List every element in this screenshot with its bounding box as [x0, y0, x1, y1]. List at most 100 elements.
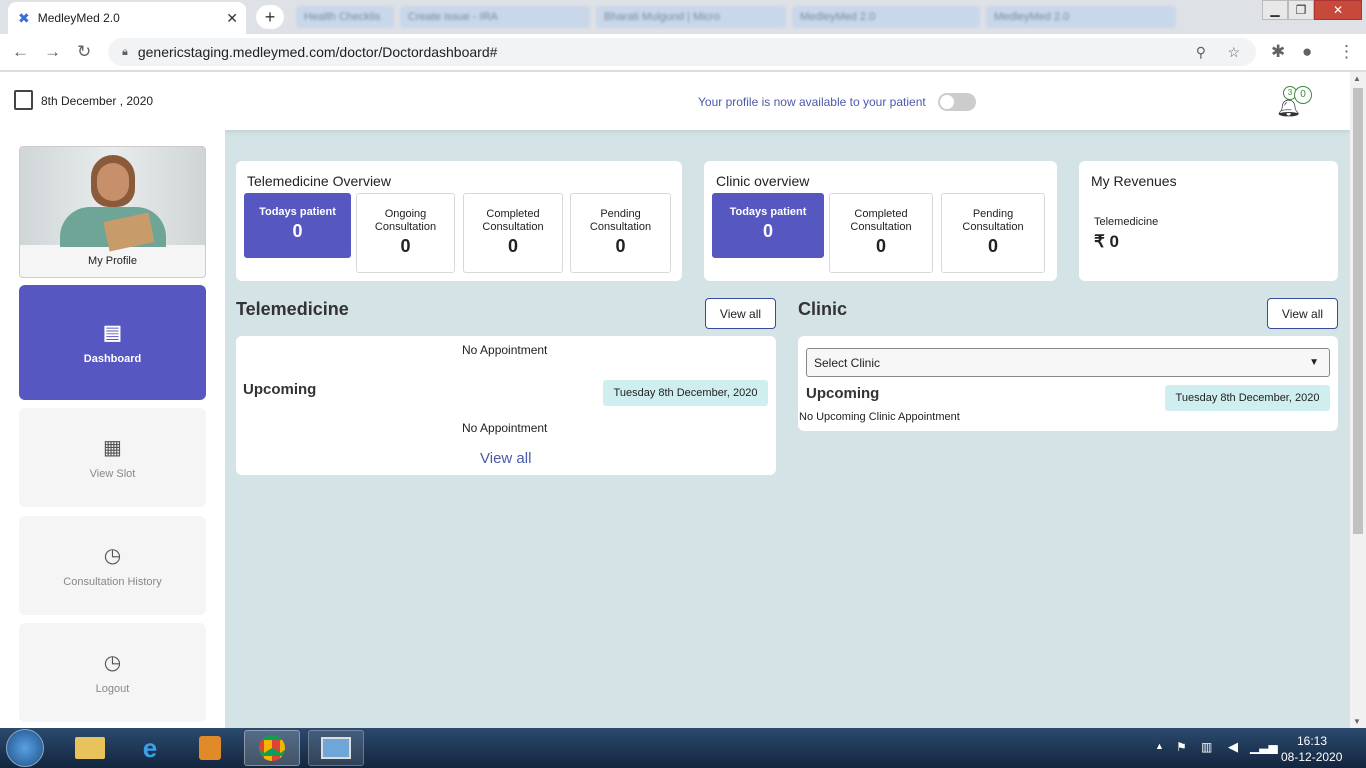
zoom-icon[interactable]: ⚲: [1196, 44, 1206, 61]
image-viewer-icon[interactable]: [308, 730, 364, 766]
stat-card-ongoing[interactable]: Ongoing Consultation 0: [356, 193, 455, 273]
select-clinic-value: Select Clinic: [814, 355, 881, 370]
tray-arrow-icon[interactable]: ▲: [1155, 741, 1164, 751]
sidebar-item-dashboard[interactable]: ▤ Dashboard: [19, 285, 206, 400]
telemedicine-appointments-panel: No Appointment Upcoming Tuesday 8th Dece…: [236, 336, 776, 475]
panel-title: My Revenues: [1091, 173, 1177, 189]
revenue-amount: ₹ 0: [1094, 232, 1119, 251]
url-field[interactable]: 🔒︎ genericstaging.medleymed.com/doctor/D…: [108, 38, 1256, 66]
browser-tab-strip: ✖ MedleyMed 2.0 ✕ + Health Checklis Crea…: [0, 0, 1366, 34]
sidebar-item-logout[interactable]: ◷ Logout: [19, 623, 206, 722]
tab-title: MedleyMed 2.0: [37, 11, 120, 25]
panel-title: Telemedicine Overview: [247, 173, 391, 189]
clinic-appointments-panel: Select Clinic ▼ Upcoming Tuesday 8th Dec…: [798, 336, 1338, 431]
scroll-down-icon[interactable]: ▼: [1353, 717, 1361, 726]
calendar-icon: [14, 90, 33, 110]
sidebar-item-consultation-history[interactable]: ◷ Consultation History: [19, 516, 206, 615]
revenue-label: Telemedicine: [1094, 216, 1159, 228]
new-tab-button[interactable]: +: [256, 5, 284, 29]
scrollbar-thumb[interactable]: [1353, 88, 1363, 534]
clinic-heading: Clinic: [798, 299, 848, 319]
page-scrollbar[interactable]: ▲ ▼: [1350, 72, 1366, 728]
file-explorer-icon[interactable]: [62, 730, 118, 766]
stat-card-completed[interactable]: Completed Consultation 0: [463, 193, 563, 273]
stat-card-pending[interactable]: Pending Consultation 0: [570, 193, 671, 273]
availability-toggle[interactable]: [938, 93, 976, 111]
sidebar-item-label: Logout: [95, 683, 130, 695]
calendar-icon: ▦: [103, 437, 122, 459]
account-icon[interactable]: ●: [1302, 42, 1312, 62]
clock-time[interactable]: 16:13: [1297, 734, 1327, 748]
url-text: genericstaging.medleymed.com/doctor/Doct…: [137, 44, 498, 60]
browser-tab[interactable]: Bharati Mulgund | Micro: [596, 6, 786, 28]
profile-card[interactable]: My Profile: [19, 146, 206, 278]
stat-card-completed[interactable]: Completed Consultation 0: [829, 193, 933, 273]
sidebar: My Profile ▤ Dashboard ▦ View Slot ◷ Con…: [0, 130, 225, 728]
clipboard-clock-icon: ◷: [103, 545, 122, 567]
availability-text: Your profile is now available to your pa…: [698, 95, 926, 109]
extensions-icon[interactable]: ✱: [1271, 42, 1285, 62]
internet-explorer-icon[interactable]: e: [122, 730, 178, 766]
select-clinic-dropdown[interactable]: Select Clinic ▼: [806, 348, 1330, 377]
os-taskbar: e ▲ ⚑ ▥ ◀ ▁▃▅ 16:13 08-12-2020: [0, 728, 1366, 768]
no-appointment-text: No Appointment: [462, 421, 548, 435]
restore-button[interactable]: ❐: [1288, 0, 1314, 20]
sidebar-item-label: View Slot: [89, 468, 136, 480]
sidebar-item-label: Dashboard: [83, 353, 142, 365]
notif-badge: 0: [1294, 86, 1312, 104]
network-icon[interactable]: ▥: [1201, 740, 1212, 754]
upcoming-heading: Upcoming: [243, 381, 317, 398]
app-header: 8th December , 2020 Your profile is now …: [0, 72, 1350, 130]
stat-card-todays-patient[interactable]: Todays patient 0: [712, 193, 824, 258]
browser-tab[interactable]: Health Checklis: [296, 6, 394, 28]
clinic-overview-panel: Clinic overview Todays patient 0 Complete…: [704, 161, 1057, 281]
no-appointment-text: No Appointment: [462, 343, 548, 357]
close-window-button[interactable]: ✕: [1314, 0, 1362, 20]
minimize-button[interactable]: ▁: [1262, 0, 1288, 20]
back-icon[interactable]: ←: [12, 42, 29, 62]
medleymed-logo-icon: ✖: [18, 9, 30, 26]
browser-tab[interactable]: MedleyMed 2.0: [792, 6, 980, 28]
media-player-icon[interactable]: [182, 730, 238, 766]
telemedicine-heading: Telemedicine: [236, 299, 349, 319]
volume-icon[interactable]: ◀: [1228, 739, 1238, 755]
start-button[interactable]: [6, 729, 44, 767]
view-all-link[interactable]: View all: [480, 450, 531, 467]
panel-title: Clinic overview: [716, 173, 810, 189]
menu-icon[interactable]: ⋮: [1338, 42, 1355, 62]
main-content: Telemedicine Overview Todays patient 0 On…: [225, 130, 1350, 728]
clock-date[interactable]: 08-12-2020: [1281, 750, 1342, 764]
dashboard-icon: ▤: [103, 322, 122, 344]
browser-tab[interactable]: Create issue - IRA: [400, 6, 590, 28]
clipboard-clock-icon: ◷: [103, 652, 122, 674]
reload-icon[interactable]: ↻: [77, 42, 91, 62]
upcoming-heading: Upcoming: [806, 385, 880, 402]
browser-tab-active[interactable]: ✖ MedleyMed 2.0 ✕: [8, 2, 246, 34]
signal-icon[interactable]: ▁▃▅: [1250, 740, 1278, 754]
telemedicine-overview-panel: Telemedicine Overview Todays patient 0 On…: [236, 161, 682, 281]
revenues-panel: My Revenues Telemedicine ₹ 0: [1079, 161, 1338, 281]
sidebar-item-view-slot[interactable]: ▦ View Slot: [19, 408, 206, 507]
profile-label: My Profile: [88, 255, 137, 267]
upcoming-date-badge: Tuesday 8th December, 2020: [603, 380, 768, 406]
star-icon[interactable]: ☆: [1227, 44, 1240, 61]
flag-icon[interactable]: ⚑: [1176, 740, 1187, 754]
header-date: 8th December , 2020: [41, 94, 154, 108]
address-bar: ← → ↻ 🔒︎ genericstaging.medleymed.com/do…: [0, 34, 1366, 71]
stat-card-pending[interactable]: Pending Consultation 0: [941, 193, 1045, 273]
chevron-down-icon: ▼: [1309, 357, 1319, 368]
forward-icon[interactable]: →: [44, 42, 61, 62]
no-upcoming-text: No Upcoming Clinic Appointment: [799, 411, 960, 423]
toggle-knob: [940, 95, 954, 109]
telemedicine-view-all-button[interactable]: View all: [705, 298, 776, 329]
sidebar-item-label: Consultation History: [63, 576, 162, 588]
upcoming-date-badge: Tuesday 8th December, 2020: [1165, 385, 1330, 411]
lock-icon: 🔒︎: [122, 45, 128, 58]
scroll-up-icon[interactable]: ▲: [1353, 74, 1361, 83]
clinic-view-all-button[interactable]: View all: [1267, 298, 1338, 329]
doctor-avatar: [20, 147, 205, 252]
close-tab-icon[interactable]: ✕: [226, 10, 238, 27]
browser-tab[interactable]: MedleyMed 2.0: [986, 6, 1176, 28]
chrome-icon[interactable]: [244, 730, 300, 766]
stat-card-todays-patient[interactable]: Todays patient 0: [244, 193, 351, 258]
